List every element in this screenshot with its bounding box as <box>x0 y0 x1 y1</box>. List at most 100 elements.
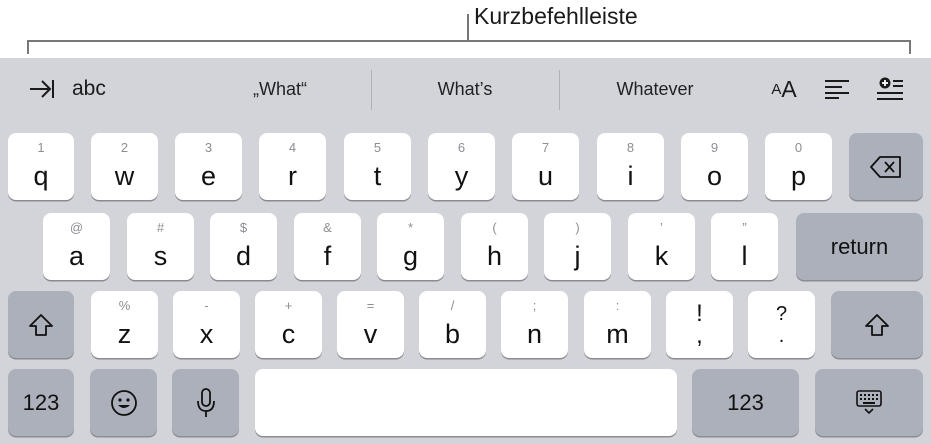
key-secondary: 2 <box>120 140 129 155</box>
key-secondary: @ <box>69 220 84 235</box>
key-m[interactable]: :m <box>584 291 651 358</box>
key-secondary: ) <box>575 220 580 235</box>
key-k[interactable]: ’ k <box>628 213 695 280</box>
key-secondary: ( <box>492 220 497 235</box>
key-secondary: * <box>407 220 414 235</box>
key-r[interactable]: 4r <box>259 133 326 200</box>
key-v[interactable]: = v <box>337 291 404 358</box>
key-primary: r <box>288 161 297 191</box>
key-l[interactable]: ” l <box>711 213 778 280</box>
key-comma-stack: !, <box>666 291 733 358</box>
key-primary: c <box>281 319 296 349</box>
key-j[interactable]: ) j <box>544 213 611 280</box>
key-period[interactable]: ?. <box>748 291 815 358</box>
tab-arrow-icon[interactable] <box>22 58 62 120</box>
key-primary: q <box>33 161 49 191</box>
backspace-icon <box>849 133 923 200</box>
key-primary: x <box>199 319 214 349</box>
key-q[interactable]: 1q <box>8 133 74 200</box>
key-primary: p <box>790 161 807 191</box>
suggestion-3[interactable]: Whatever <box>560 58 750 120</box>
key-primary: o <box>706 161 723 191</box>
key-f[interactable]: & f <box>294 213 361 280</box>
hide-keyboard-icon <box>815 369 923 436</box>
key-primary: m <box>606 319 629 349</box>
key-primary: k <box>654 241 669 271</box>
key-period-stack: ?. <box>748 291 815 358</box>
key-u[interactable]: 7u <box>512 133 579 200</box>
numbers-key-right[interactable]: 123 <box>692 369 799 436</box>
key-secondary: ? <box>775 302 788 325</box>
shift-key-left[interactable] <box>8 291 74 358</box>
key-o[interactable]: 9o <box>681 133 748 200</box>
key-d[interactable]: $ d <box>210 213 277 280</box>
text-size-small-a: A <box>771 80 782 98</box>
backspace-key[interactable] <box>849 133 923 200</box>
numbers-label: 123 <box>727 389 764 415</box>
shortcut-bar: abc „What“ What’s Whatever AA <box>0 58 931 120</box>
key-secondary: $ <box>239 220 248 235</box>
key-a[interactable]: @ a <box>43 213 110 280</box>
key-primary: f <box>323 241 332 271</box>
key-p[interactable]: 0p <box>765 133 832 200</box>
key-primary: y <box>454 161 469 191</box>
key-secondary: 4 <box>288 140 297 155</box>
insert-plus-icon[interactable] <box>872 58 908 120</box>
key-w[interactable]: 2w <box>91 133 158 200</box>
callout-bracket <box>27 40 911 54</box>
return-label: return <box>830 233 889 259</box>
key-secondary: 5 <box>373 140 382 155</box>
shift-key-right[interactable] <box>831 291 923 358</box>
key-secondary: - <box>204 298 209 313</box>
key-secondary: 6 <box>457 140 466 155</box>
key-secondary: / <box>450 298 455 313</box>
dictation-key[interactable] <box>172 369 239 436</box>
key-y[interactable]: 6y <box>428 133 495 200</box>
key-secondary: + <box>284 298 293 313</box>
key-primary: d <box>235 241 252 271</box>
key-g[interactable]: * g <box>377 213 444 280</box>
key-primary: u <box>537 161 554 191</box>
key-primary: j <box>574 241 581 271</box>
return-key[interactable]: return <box>796 213 923 280</box>
emoji-icon <box>90 369 157 436</box>
suggestion-2[interactable]: What’s <box>372 58 558 120</box>
key-primary: b <box>444 319 461 349</box>
key-secondary: = <box>366 298 375 313</box>
key-s[interactable]: # s <box>127 213 194 280</box>
key-e[interactable]: 3e <box>175 133 242 200</box>
suggestion-1[interactable]: „What“ <box>190 58 370 120</box>
hide-keyboard-key[interactable] <box>815 369 923 436</box>
shift-icon <box>831 291 923 358</box>
shift-icon <box>8 291 74 358</box>
key-comma[interactable]: !, <box>666 291 733 358</box>
key-secondary: 3 <box>204 140 213 155</box>
key-secondary: 9 <box>710 140 719 155</box>
key-b[interactable]: / b <box>419 291 486 358</box>
align-left-icon[interactable] <box>822 58 852 120</box>
key-secondary: 1 <box>37 140 45 155</box>
key-i[interactable]: 8i <box>597 133 664 200</box>
text-size-button[interactable]: AA <box>762 58 806 120</box>
emoji-key[interactable] <box>90 369 157 436</box>
key-x[interactable]: -x <box>173 291 240 358</box>
keyboard: abc „What“ What’s Whatever AA 1q 2w 3e 4… <box>0 58 931 444</box>
key-secondary: ’ <box>660 220 663 235</box>
key-h[interactable]: (h <box>461 213 528 280</box>
key-secondary: % <box>118 298 131 313</box>
key-primary: s <box>153 241 168 271</box>
key-z[interactable]: % z <box>91 291 158 358</box>
space-bar[interactable] <box>255 369 677 436</box>
key-primary: a <box>68 241 85 271</box>
key-t[interactable]: 5t <box>344 133 411 200</box>
abc-button[interactable]: abc <box>72 58 122 120</box>
numbers-key-left[interactable]: 123 <box>8 369 74 436</box>
key-primary: l <box>741 241 748 271</box>
key-primary: , <box>696 321 703 349</box>
key-c[interactable]: + c <box>255 291 322 358</box>
key-primary: h <box>486 241 503 271</box>
key-secondary: 0 <box>794 140 803 155</box>
text-size-big-a: A <box>781 75 797 102</box>
key-n[interactable]: ; n <box>501 291 568 358</box>
key-secondary: 8 <box>626 140 635 155</box>
